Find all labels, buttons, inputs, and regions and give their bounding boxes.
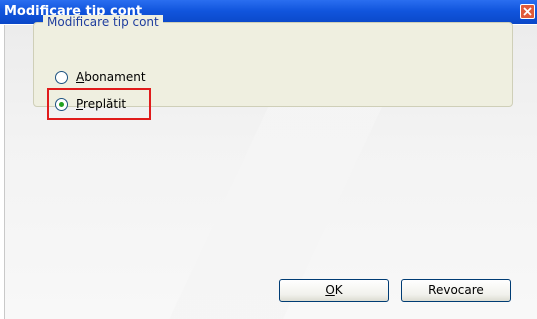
radio-button-abonament[interactable]: [55, 70, 68, 84]
dialog-window: Modificare tip cont Modificare tip cont …: [0, 0, 537, 319]
close-button[interactable]: [520, 4, 535, 19]
ok-button[interactable]: OK: [279, 279, 389, 302]
radio-option-abonament[interactable]: Abonament: [55, 68, 146, 86]
ok-accel-letter: O: [325, 283, 335, 297]
cancel-button[interactable]: Revocare: [401, 279, 511, 302]
selection-highlight-box: [47, 88, 151, 120]
groupbox-legend: Modificare tip cont: [43, 15, 163, 29]
radio-label-abonament: Abonament: [76, 70, 146, 84]
close-icon: [523, 7, 532, 16]
ok-label-rest: K: [334, 283, 343, 297]
